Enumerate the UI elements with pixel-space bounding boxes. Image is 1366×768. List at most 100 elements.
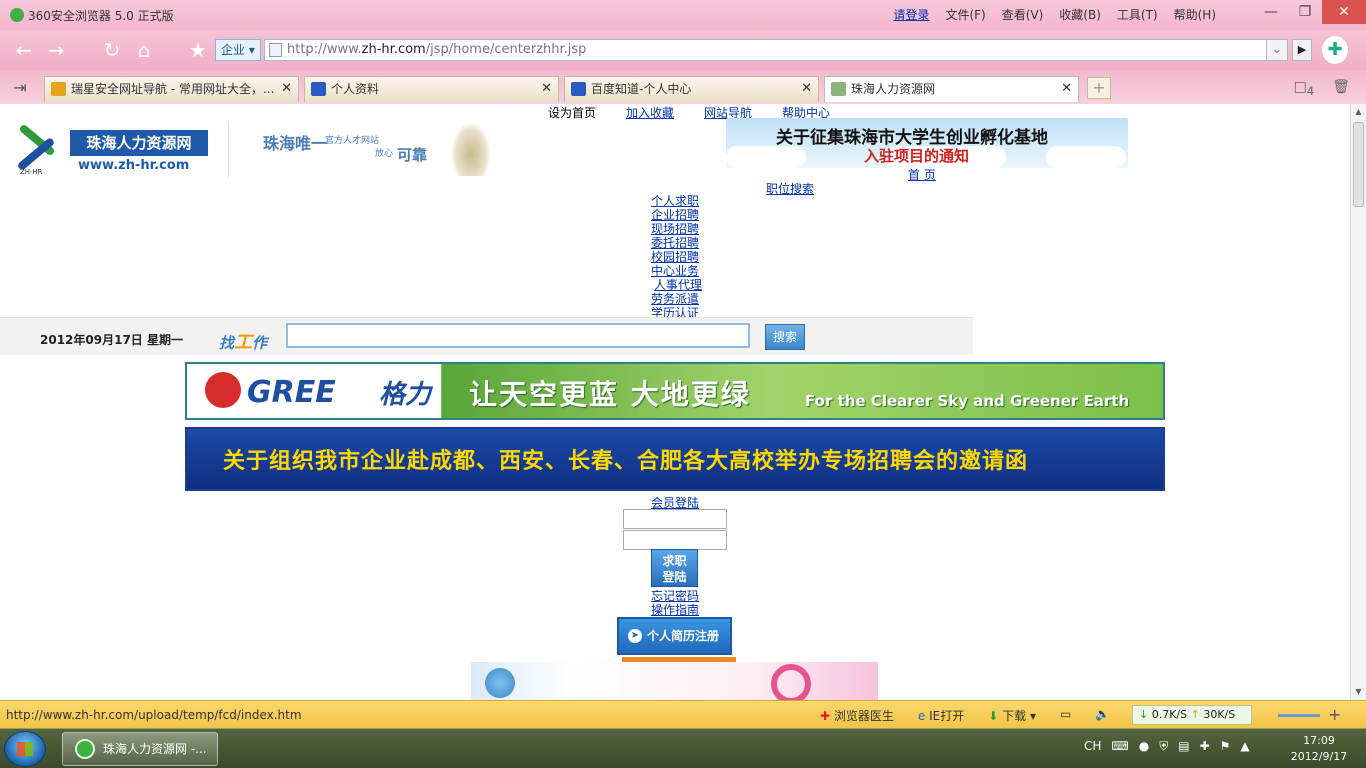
menu-view[interactable]: 查看(V) xyxy=(1002,6,1044,23)
start-button[interactable] xyxy=(4,731,46,767)
nav-item-personnel-agency[interactable]: 人事代理 xyxy=(651,278,702,292)
window-controls: — ❐ ✕ xyxy=(1254,0,1366,24)
tab-personal-info[interactable]: 个人资料 ✕ xyxy=(304,76,559,102)
menu-help[interactable]: 帮助(H) xyxy=(1174,6,1216,23)
slogan-big-2: 可靠 xyxy=(397,146,428,164)
arrow-right-icon: ➤ xyxy=(628,629,642,643)
go-icon[interactable]: ▶ xyxy=(1292,39,1312,61)
flag-icon[interactable]: ⚑ xyxy=(1220,739,1231,754)
download-speed-icon: ↓ xyxy=(1139,708,1149,721)
scroll-down-icon[interactable]: ▼ xyxy=(1351,684,1366,700)
tab-label: 瑞星安全网址导航 - 常用网址大全，... xyxy=(71,82,275,96)
home-icon[interactable]: ⌂ xyxy=(132,38,156,62)
qq-icon[interactable]: ● xyxy=(1139,739,1149,754)
job-search-link[interactable]: 职位搜索 xyxy=(766,180,814,197)
taskbar-item-label: 珠海人力资源网 -... xyxy=(103,742,207,756)
tab-count-icon[interactable]: □4 xyxy=(1294,79,1315,98)
tab-ruixing[interactable]: 瑞星安全网址导航 - 常用网址大全，... ✕ xyxy=(44,76,299,102)
back-icon[interactable]: ← xyxy=(12,38,36,62)
login-link[interactable]: 请登录 xyxy=(893,6,929,23)
system-clock[interactable]: 17:09 2012/9/17 xyxy=(1284,733,1354,765)
tab-label: 珠海人力资源网 xyxy=(851,82,936,96)
add-favorite-link[interactable]: 加入收藏 xyxy=(626,104,674,121)
bottom-ad-banner[interactable] xyxy=(471,662,878,700)
nav-item-job-seeking[interactable]: 个人求职 xyxy=(651,194,702,208)
menu-favorites[interactable]: 收藏(B) xyxy=(1059,6,1101,23)
security-shield-icon[interactable]: ✚ xyxy=(1322,36,1348,64)
site-url: www.zh-hr.com xyxy=(78,158,190,173)
site-name: 珠海人力资源网 xyxy=(70,130,208,156)
close-tab-icon[interactable]: ✕ xyxy=(541,77,552,101)
title-bar: 360安全浏览器 5.0 正式版 请登录 文件(F) 查看(V) 收藏(B) 工… xyxy=(0,0,1366,30)
home-link[interactable]: 首 页 xyxy=(908,166,936,183)
slogan-main: 珠海唯一 xyxy=(263,134,328,153)
register-resume-button[interactable]: ➤ 个人简历注册 xyxy=(617,617,732,655)
upload-speed: 30K/S xyxy=(1203,708,1236,721)
download-label: 下载 xyxy=(1002,709,1027,723)
set-homepage-link[interactable]: 设为首页 xyxy=(548,104,596,121)
new-tab-icon[interactable]: + xyxy=(1087,77,1111,99)
guide-link[interactable]: 操作指南 xyxy=(651,601,699,618)
close-tab-icon[interactable]: ✕ xyxy=(281,77,292,101)
nav-item-onsite-recruit[interactable]: 现场招聘 xyxy=(651,222,702,236)
job-search-input[interactable] xyxy=(286,323,750,348)
vertical-scrollbar[interactable]: ▲ ▼ xyxy=(1350,104,1366,700)
security-tray-icon[interactable]: ⛨ xyxy=(1159,739,1168,754)
tab-baidu-zhidao[interactable]: 百度知道-个人中心 ✕ xyxy=(564,76,819,102)
close-tab-icon[interactable]: ✕ xyxy=(1061,77,1072,101)
scroll-thumb[interactable] xyxy=(1353,122,1364,207)
menu-file[interactable]: 文件(F) xyxy=(945,6,985,23)
statue-image xyxy=(451,122,491,176)
refresh-icon[interactable]: ↻ xyxy=(100,38,124,62)
volume-icon[interactable]: 🔈 xyxy=(1095,707,1110,724)
add-tray-icon[interactable]: ✚ xyxy=(1200,739,1210,754)
gree-ad-banner[interactable]: GREE 格力 让天空更蓝 大地更绿 For the Clearer Sky a… xyxy=(185,362,1165,420)
tab-favicon-icon xyxy=(571,82,586,96)
sidebar-toggle-icon[interactable]: ⇥ xyxy=(8,76,32,100)
taskbar-item-browser[interactable]: 珠海人力资源网 -... xyxy=(62,732,218,766)
minimize-icon[interactable]: — xyxy=(1254,0,1288,24)
gree-logo-icon xyxy=(205,372,241,408)
download-button[interactable]: ⬇ 下载 ▾ xyxy=(988,707,1036,724)
recycle-bin-icon[interactable]: 🗑 xyxy=(1332,79,1350,98)
screenshot-icon[interactable]: ▭ xyxy=(1060,707,1071,724)
ie-icon: e xyxy=(917,709,926,723)
search-button[interactable]: 搜索 xyxy=(765,324,805,350)
menu-tools[interactable]: 工具(T) xyxy=(1117,6,1158,23)
site-logo[interactable]: ZH·HR 珠海人力资源网 www.zh-hr.com xyxy=(10,123,230,181)
nav-item-enterprise-recruit[interactable]: 企业招聘 xyxy=(651,208,702,222)
slogan-small-1: 官方人才网站 xyxy=(325,136,380,146)
login-button-line-2: 登陆 xyxy=(662,570,687,584)
invitation-banner[interactable]: 关于组织我市企业赴成都、西安、长春、合肥各大高校举办专场招聘会的邀请函 xyxy=(185,427,1165,491)
zoom-in-icon[interactable]: + xyxy=(1328,705,1341,724)
nav-item-commissioned-recruit[interactable]: 委托招聘 xyxy=(651,236,702,250)
nav-item-campus-recruit[interactable]: 校园招聘 xyxy=(651,250,702,264)
notice-banner[interactable]: 关于征集珠海市大学生创业孵化基地 入驻项目的通知 xyxy=(726,118,1128,168)
zoom-slider[interactable] xyxy=(1278,714,1320,717)
power-icon[interactable]: ▲ xyxy=(1240,739,1249,754)
ie-open-button[interactable]: e IE打开 xyxy=(918,707,964,724)
system-tray: CH ⌨ ● ⛨ ▤ ✚ ⚑ ▲ xyxy=(1084,739,1250,754)
address-bar[interactable]: http://www.zh-hr.com/jsp/home/centerzhhr… xyxy=(264,39,1288,61)
nav-item-center-business[interactable]: 中心业务 xyxy=(651,264,702,278)
forward-icon[interactable]: → xyxy=(44,38,68,62)
input-language[interactable]: CH xyxy=(1084,739,1101,754)
url-dropdown-icon[interactable]: ⌄ xyxy=(1266,39,1288,61)
slogan-small-2: 放心 xyxy=(375,149,394,159)
close-window-icon[interactable]: ✕ xyxy=(1322,0,1366,24)
url-prefix: http://www. xyxy=(287,42,362,57)
maximize-icon[interactable]: ❐ xyxy=(1288,0,1322,24)
scroll-up-icon[interactable]: ▲ xyxy=(1351,104,1366,120)
keyboard-icon[interactable]: ⌨ xyxy=(1111,739,1128,754)
username-input[interactable] xyxy=(623,509,727,529)
network-tray-icon[interactable]: ▤ xyxy=(1178,739,1189,754)
favorite-star-icon[interactable]: ★ xyxy=(186,38,210,62)
browser-doctor-button[interactable]: ✚ 浏览器医生 xyxy=(820,707,894,724)
nav-item-labor-dispatch[interactable]: 劳务派遣 xyxy=(651,292,702,306)
mode-select[interactable]: 企业 ▾ xyxy=(215,39,261,61)
tab-zhhr[interactable]: 珠海人力资源网 ✕ xyxy=(824,76,1079,102)
login-button[interactable]: 求职 登陆 xyxy=(651,549,698,587)
close-tab-icon[interactable]: ✕ xyxy=(801,77,812,101)
password-input[interactable] xyxy=(623,530,727,550)
status-tools: ✚ 浏览器医生 e IE打开 ⬇ 下载 ▾ ▭ 🔈 xyxy=(820,707,1110,724)
